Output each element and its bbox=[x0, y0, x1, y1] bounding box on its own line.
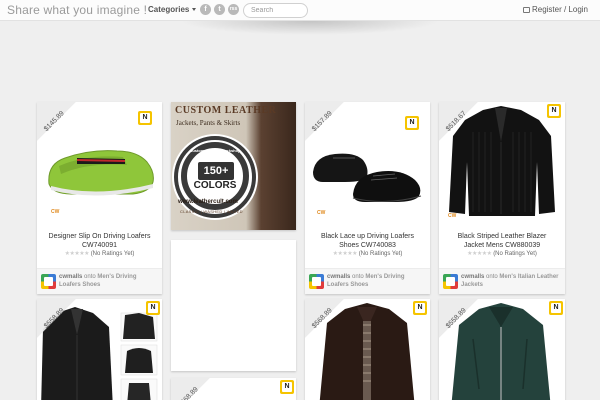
ad-url: www.leathercult.com bbox=[178, 199, 238, 205]
product-title[interactable]: Black Striped Leather Blazer Jacket Mens… bbox=[439, 232, 565, 250]
new-badge-icon: N bbox=[549, 301, 563, 315]
star-icon: ★★★★★ bbox=[64, 251, 90, 257]
register-login-label: Register / Login bbox=[531, 5, 588, 14]
pin-card[interactable]: $518.67 N CW Black Striped Leather Blaze… bbox=[439, 102, 565, 294]
login-icon bbox=[522, 7, 530, 13]
attribution-text: cwmalls onto Men's Driving Loafers Shoes bbox=[59, 274, 137, 288]
pin-attribution: cwmalls onto Men's Italian Leather Jacke… bbox=[439, 268, 565, 294]
rating: ★★★★★ (No Ratings Yet) bbox=[64, 251, 135, 257]
categories-dropdown[interactable]: Categories bbox=[148, 5, 197, 14]
username-link[interactable]: cwmalls bbox=[327, 274, 350, 280]
new-badge-icon: N bbox=[547, 104, 561, 118]
attribution-text: cwmalls onto Men's Italian Leather Jacke… bbox=[461, 274, 559, 288]
username-link[interactable]: cwmalls bbox=[461, 274, 484, 280]
ad-badge-number: 150+ bbox=[198, 162, 234, 180]
ad-banner[interactable]: CUSTOM LEATHER Jackets, Pants & Skirts C… bbox=[171, 102, 296, 230]
ad-title: CUSTOM LEATHER bbox=[175, 105, 277, 116]
pin-card[interactable]: $157.89 N CW Black Lace up Driving Loafe… bbox=[305, 102, 430, 294]
watermark: CW bbox=[317, 210, 326, 216]
rss-icon[interactable]: rss bbox=[228, 4, 239, 15]
register-login-link[interactable]: Register / Login bbox=[522, 5, 588, 14]
search-input[interactable] bbox=[243, 3, 308, 18]
pin-card[interactable]: $468.89 N bbox=[171, 378, 296, 400]
avatar[interactable] bbox=[443, 274, 458, 289]
star-icon: ★★★★★ bbox=[332, 251, 358, 257]
watermark: CW bbox=[51, 209, 60, 215]
caret-down-icon bbox=[192, 8, 197, 11]
pin-card[interactable]: $145.89 N CW Designer Slip On Driving Lo… bbox=[37, 102, 162, 294]
star-icon: ★★★★★ bbox=[467, 251, 492, 257]
site-logo[interactable]: Share what you imagine ! bbox=[7, 3, 147, 17]
new-badge-icon: N bbox=[138, 111, 152, 125]
pin-attribution: cwmalls onto Men's Driving Loafers Shoes bbox=[305, 268, 430, 294]
pin-card[interactable]: $558.89 N bbox=[439, 299, 565, 400]
new-badge-icon: N bbox=[405, 116, 419, 130]
pin-card[interactable]: $568.89 N bbox=[305, 299, 430, 400]
product-title[interactable]: Designer Slip On Driving Loafers CW74009… bbox=[37, 232, 162, 250]
avatar[interactable] bbox=[41, 274, 56, 289]
pin-attribution: cwmalls onto Men's Driving Loafers Shoes bbox=[37, 268, 162, 294]
facebook-icon[interactable]: f bbox=[200, 4, 211, 15]
watermark: CW bbox=[448, 213, 457, 219]
categories-label: Categories bbox=[148, 5, 190, 14]
navbar-shadow bbox=[180, 21, 440, 35]
twitter-icon[interactable]: t bbox=[214, 4, 225, 15]
new-badge-icon: N bbox=[413, 301, 427, 315]
attribution-text: cwmalls onto Men's Driving Loafers Shoes bbox=[327, 274, 405, 288]
new-badge-icon: N bbox=[280, 380, 294, 394]
product-title[interactable]: Black Lace up Driving Loafers Shoes CW74… bbox=[305, 232, 430, 250]
pin-card[interactable]: $558.89 N bbox=[37, 299, 162, 400]
ad-tags: CLASSIC | WASHED | WAXED bbox=[180, 209, 243, 214]
new-badge-icon: N bbox=[146, 301, 160, 315]
top-navbar: Share what you imagine ! Categories f t … bbox=[0, 0, 600, 21]
rating: ★★★★★ (No Ratings Yet) bbox=[467, 251, 537, 257]
pin-card-placeholder bbox=[171, 240, 296, 371]
ad-ring-text: Custom Leather Workshop bbox=[189, 148, 241, 153]
username-link[interactable]: cwmalls bbox=[59, 274, 82, 280]
avatar[interactable] bbox=[309, 274, 324, 289]
rating: ★★★★★ (No Ratings Yet) bbox=[332, 251, 403, 257]
ad-subtitle: Jackets, Pants & Skirts bbox=[176, 119, 241, 127]
ad-badge-word: COLORS bbox=[193, 180, 237, 191]
